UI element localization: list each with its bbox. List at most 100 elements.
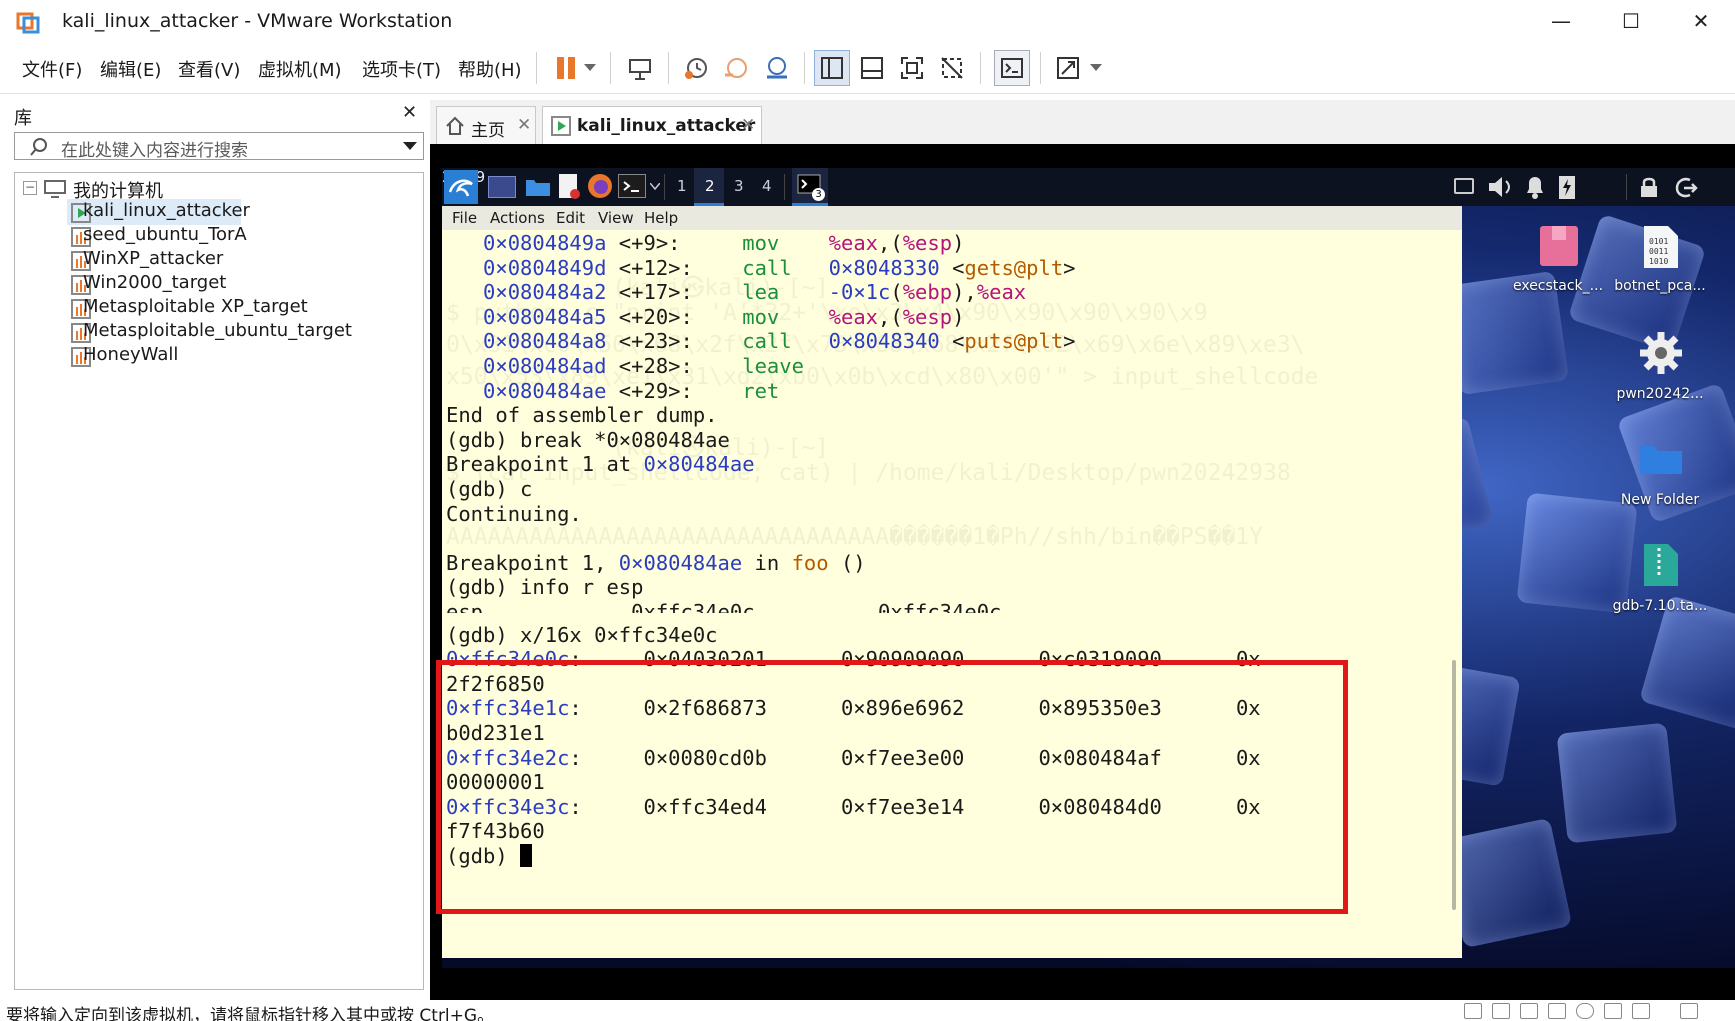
workspace-4[interactable]: 4 <box>762 177 772 195</box>
tree-item-vm[interactable]: kali_linux_attacker <box>83 200 250 221</box>
snapshot-button[interactable] <box>678 50 714 86</box>
tree-item-vm[interactable]: seed_ubuntu_TorA <box>83 224 247 245</box>
lock-icon[interactable] <box>1638 175 1660 199</box>
tree-item-vm[interactable]: HoneyWall <box>83 344 178 365</box>
svg-text:0101: 0101 <box>1649 237 1668 246</box>
workspace-1[interactable]: 1 <box>677 177 687 195</box>
unity-mode-button[interactable] <box>934 50 970 86</box>
svg-text:0011: 0011 <box>1649 247 1668 256</box>
folder-icon <box>1640 446 1682 474</box>
tree-item-vm[interactable]: Metasploitable XP_target <box>83 296 308 317</box>
logout-icon[interactable] <box>1674 175 1698 199</box>
toolbar-separator <box>536 52 537 84</box>
collapse-toggle[interactable]: − <box>23 181 37 195</box>
tree-item-vm[interactable]: Metasploitable_ubuntu_target <box>83 320 352 341</box>
desktop-icon-pwn[interactable]: pwn20242... <box>1610 330 1710 410</box>
tree-item-vm[interactable]: WinXP_attacker <box>83 248 223 269</box>
menu-edit[interactable]: 编辑(E) <box>100 56 161 82</box>
tab-vm[interactable]: kali_linux_attacker ✕ <box>542 106 762 144</box>
chevron-down-icon[interactable] <box>650 183 660 191</box>
menu-vm[interactable]: 虚拟机(M) <box>258 56 342 82</box>
power-battery-icon[interactable] <box>1556 173 1578 201</box>
terminal-launcher-icon[interactable] <box>618 174 646 198</box>
desktop-icon-botnet[interactable]: 0101 0011 1010 botnet_pca... <box>1610 224 1710 304</box>
desktop-icon-execstack[interactable]: execstack_... <box>1508 224 1608 304</box>
revert-snapshot-button[interactable] <box>718 50 754 86</box>
firefox-icon[interactable] <box>586 172 614 200</box>
snapshot-manager-button[interactable] <box>758 50 794 86</box>
menu-help[interactable]: 帮助(H) <box>458 56 522 82</box>
notification-bell-icon[interactable] <box>1522 173 1548 201</box>
maximize-button[interactable]: ☐ <box>1596 0 1666 42</box>
bp-address: 0×80484ae <box>643 452 755 477</box>
terminal-window-button[interactable]: 3 <box>792 168 828 206</box>
minimize-button[interactable]: — <box>1526 0 1596 42</box>
stretch-dropdown[interactable] <box>1086 50 1106 86</box>
library-search-input[interactable]: 在此处键入内容进行搜索 <box>14 132 424 161</box>
library-close-icon[interactable]: ✕ <box>402 102 417 123</box>
terminal-scrollbar[interactable] <box>1452 660 1456 910</box>
maximize-icon: ☐ <box>1622 9 1640 33</box>
terminal-text: in <box>742 550 792 575</box>
usb-icon[interactable] <box>1548 1003 1566 1019</box>
file-manager-icon[interactable] <box>524 174 552 198</box>
desktop-icon-new-folder[interactable]: New Folder <box>1610 436 1710 516</box>
fullscreen-button[interactable] <box>894 50 930 86</box>
asm-address: 0×080484a5 <box>483 304 607 329</box>
deb-package-icon <box>1540 226 1578 266</box>
cd-icon[interactable] <box>1576 1003 1594 1019</box>
send-ctrl-alt-del-button[interactable] <box>622 50 658 86</box>
asm-address: 0×080484a2 <box>483 280 607 305</box>
toolbar-separator <box>668 52 669 84</box>
power-dropdown[interactable] <box>578 50 602 86</box>
message-icon[interactable] <box>1680 1003 1698 1019</box>
terminal-menu-actions[interactable]: Actions <box>490 209 545 227</box>
asm-operand: ,( <box>878 304 903 329</box>
tab-close-icon[interactable]: ✕ <box>741 115 755 135</box>
desktop-icon-gdb[interactable]: gdb-7.10.ta... <box>1610 542 1710 622</box>
kali-menu-button[interactable] <box>444 170 478 204</box>
menu-tabs[interactable]: 选项卡(T) <box>362 56 441 82</box>
asm-offset: <+12>: <box>618 255 693 280</box>
close-button[interactable]: ✕ <box>1666 0 1735 42</box>
workspace-2[interactable]: 2 <box>705 177 715 195</box>
terminal-text: () <box>828 550 866 575</box>
chevron-down-icon <box>584 64 596 71</box>
tab-home-label: 主页 <box>471 121 505 141</box>
terminal-text: End of assembler dump. <box>446 403 718 428</box>
network-icon[interactable] <box>1492 1003 1510 1019</box>
terminal-menu-help[interactable]: Help <box>644 209 678 227</box>
display-icon[interactable] <box>1454 178 1474 194</box>
show-desktop-icon[interactable] <box>488 176 516 198</box>
workspace-3[interactable]: 3 <box>734 177 744 195</box>
thumbnail-bar-button[interactable] <box>854 50 890 86</box>
usb-icon[interactable] <box>1604 1003 1622 1019</box>
asm-offset: <+23>: <box>618 329 693 354</box>
vm-running-icon <box>551 116 571 136</box>
terminal-text: Continuing. <box>446 501 582 526</box>
text-editor-icon[interactable] <box>556 172 582 200</box>
menu-view[interactable]: 查看(V) <box>178 56 240 82</box>
terminal-menu-edit[interactable]: Edit <box>556 209 585 227</box>
show-library-button[interactable] <box>814 50 850 86</box>
usb-icon[interactable] <box>1632 1003 1650 1019</box>
asm-operand: < <box>939 329 965 354</box>
asm-operand: ), <box>952 280 977 305</box>
volume-icon[interactable] <box>1486 174 1514 200</box>
tab-home[interactable]: 主页 ✕ <box>436 106 536 144</box>
menu-file[interactable]: 文件(F) <box>22 56 82 82</box>
stretch-mode-button[interactable] <box>1050 50 1086 86</box>
desktop-icon-label: botnet_pca... <box>1614 278 1706 294</box>
tab-close-icon[interactable]: ✕ <box>517 115 531 135</box>
asm-address: 0×080484ae <box>483 378 607 403</box>
desktop-icon-label: New Folder <box>1620 492 1700 508</box>
bp-address: 0×080484ae <box>618 550 743 575</box>
terminal-menu-view[interactable]: View <box>598 209 634 227</box>
tree-item-vm[interactable]: Win2000_target <box>83 272 226 293</box>
terminal-menu-file[interactable]: File <box>452 209 477 227</box>
sound-icon[interactable] <box>1520 1003 1538 1019</box>
asm-operand: %eax <box>828 304 879 329</box>
console-view-button[interactable] <box>994 50 1030 86</box>
chevron-down-icon[interactable] <box>403 142 417 151</box>
hard-disk-icon[interactable] <box>1464 1003 1482 1019</box>
